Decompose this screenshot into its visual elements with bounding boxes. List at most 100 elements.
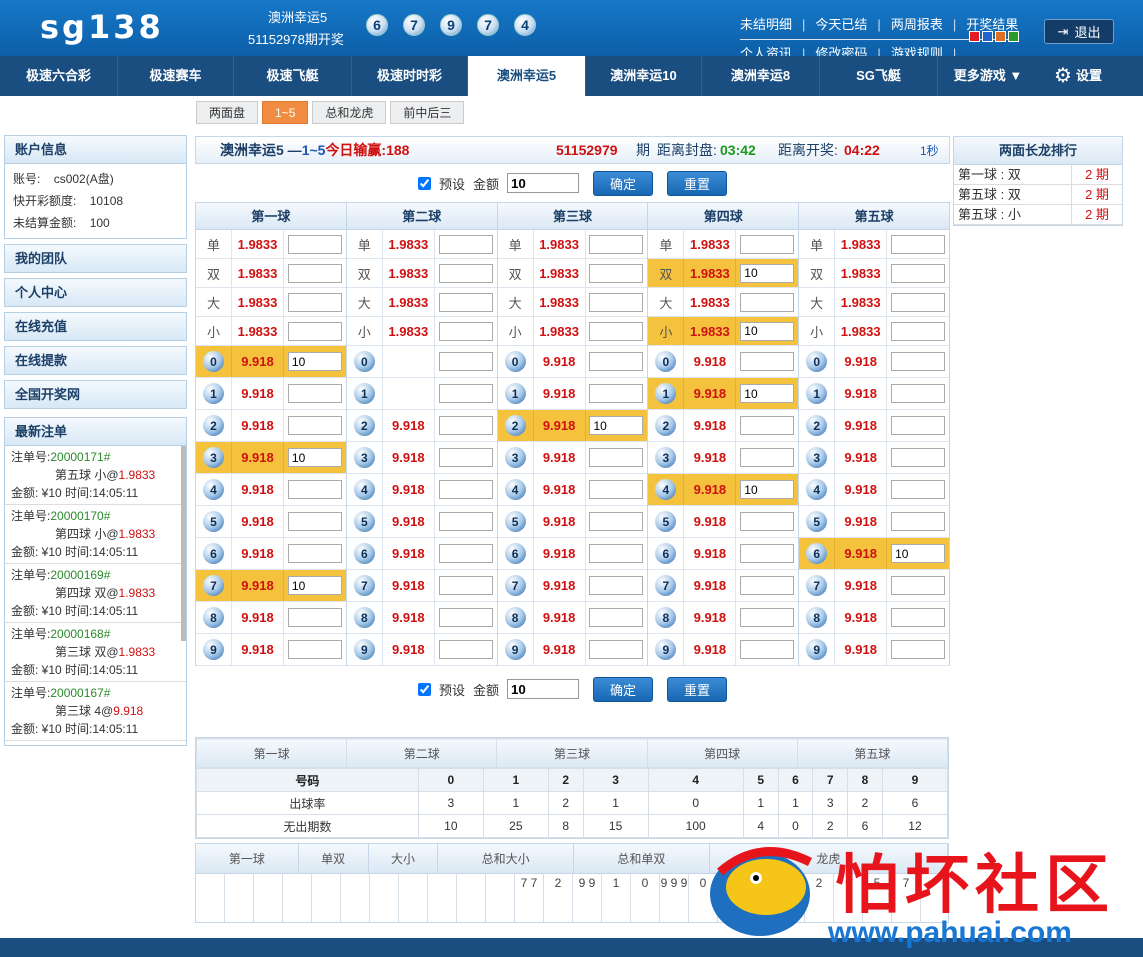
bet-amount-input[interactable] (891, 384, 946, 403)
bet-amount-input[interactable] (589, 448, 644, 467)
bet-amount-input[interactable] (287, 480, 342, 499)
bet-amount-input[interactable] (438, 234, 493, 254)
bet-amount-input[interactable] (287, 544, 342, 563)
bet-amount-input[interactable] (438, 512, 493, 531)
bet-amount-input[interactable] (740, 608, 795, 627)
bet-row-number[interactable]: 9 9.918 (497, 634, 648, 666)
subtab-front-mid-back[interactable]: 前中后三 (390, 101, 465, 124)
bet-row-number[interactable]: 2 9.918 (799, 410, 949, 442)
bet-row-number[interactable]: 4 9.918 (648, 474, 799, 506)
reset-button[interactable]: 重置 (667, 676, 728, 702)
bet-row-number[interactable]: 0 9.918 (196, 346, 346, 378)
bet-amount-input[interactable] (589, 576, 644, 595)
bet-amount-input[interactable] (891, 544, 946, 563)
menu-my-team[interactable]: 我的团队 (4, 244, 187, 273)
bet-row-number[interactable]: 9 9.918 (196, 634, 346, 666)
bet-amount-input[interactable] (438, 416, 493, 435)
bet-row-two-sides[interactable]: 双 1.9833 (497, 259, 648, 288)
nav-aozhou-xingyun5[interactable]: 澳洲幸运5 (468, 56, 586, 96)
bet-amount-input[interactable] (740, 448, 795, 467)
stats-tab[interactable]: 第二球 (346, 738, 498, 768)
link-settled-today[interactable]: 今天已结 (815, 16, 867, 34)
bet-row-number[interactable]: 3 9.918 (648, 442, 799, 474)
bet-row-number[interactable]: 2 9.918 (346, 410, 497, 442)
bet-row-number[interactable]: 7 9.918 (196, 570, 346, 602)
bet-row-two-sides[interactable]: 小 1.9833 (648, 317, 799, 346)
bet-row-number[interactable]: 7 9.918 (799, 570, 949, 602)
bet-row-two-sides[interactable]: 单 1.9833 (196, 230, 346, 259)
bet-row-number[interactable]: 7 9.918 (497, 570, 648, 602)
bet-amount-input[interactable] (589, 234, 644, 254)
bet-row-number[interactable]: 3 9.918 (346, 442, 497, 474)
bet-amount-input[interactable] (287, 512, 342, 531)
bet-amount-input[interactable] (589, 321, 644, 341)
bet-row-two-sides[interactable]: 单 1.9833 (799, 230, 949, 259)
bet-amount-input[interactable] (740, 263, 795, 283)
nav-aozhou-xingyun10[interactable]: 澳洲幸运10 (586, 56, 702, 96)
nav-jisu-feiting[interactable]: 极速飞艇 (234, 56, 352, 96)
subtab-1-5[interactable]: 1~5 (262, 101, 309, 124)
bet-row-number[interactable]: 9 9.918 (799, 634, 949, 666)
bet-amount-input[interactable] (740, 292, 795, 312)
bet-row-number[interactable]: 6 9.918 (497, 538, 648, 570)
bet-amount-input[interactable] (287, 263, 342, 283)
bet-row-number[interactable]: 9 9.918 (346, 634, 497, 666)
bet-row-number[interactable]: 3 9.918 (497, 442, 648, 474)
bet-row-number[interactable]: 4 9.918 (799, 474, 949, 506)
stats-tab[interactable]: 第三球 (496, 738, 648, 768)
bet-row-two-sides[interactable]: 大 1.9833 (497, 288, 648, 317)
bet-amount-input[interactable] (589, 292, 644, 312)
subtab-two-sides[interactable]: 两面盘 (196, 101, 259, 124)
bet-row-two-sides[interactable]: 单 1.9833 (648, 230, 799, 259)
bar-refresh[interactable]: 1秒 (920, 142, 939, 159)
theme-red[interactable] (969, 31, 980, 42)
nav-settings[interactable]: ⚙ 设置 (1038, 56, 1118, 96)
bet-row-number[interactable]: 7 9.918 (346, 570, 497, 602)
link-two-week-report[interactable]: 两周报表 (891, 16, 943, 34)
bet-amount-input[interactable] (740, 384, 795, 403)
bet-amount-input[interactable] (287, 640, 342, 659)
bet-amount-input[interactable] (438, 352, 493, 371)
logout-button[interactable]: ⇥ 退出 (1044, 19, 1114, 44)
bet-amount-input[interactable] (287, 608, 342, 627)
bet-amount-input[interactable] (891, 448, 946, 467)
bet-row-two-sides[interactable]: 大 1.9833 (196, 288, 346, 317)
bet-amount-input[interactable] (438, 608, 493, 627)
bet-row-number[interactable]: 6 9.918 (648, 538, 799, 570)
confirm-button[interactable]: 确定 (593, 170, 654, 196)
nav-jisu-liuhecai[interactable]: 极速六合彩 (0, 56, 118, 96)
amount-input[interactable] (507, 173, 579, 193)
bet-row-number[interactable]: 8 9.918 (648, 602, 799, 634)
nav-sg-feiting[interactable]: SG飞艇 (820, 56, 938, 96)
bet-amount-input[interactable] (287, 416, 342, 435)
bet-row-number[interactable]: 8 9.918 (497, 602, 648, 634)
bet-amount-input[interactable] (740, 321, 795, 341)
bet-amount-input[interactable] (438, 321, 493, 341)
stats-tab[interactable]: 第四球 (646, 738, 798, 768)
bet-amount-input[interactable] (891, 480, 946, 499)
trend-tab[interactable]: 总和单双 (574, 844, 710, 873)
bet-amount-input[interactable] (891, 292, 946, 312)
bet-row-number[interactable]: 2 9.918 (196, 410, 346, 442)
bet-amount-input[interactable] (287, 352, 342, 371)
menu-national-lottery[interactable]: 全国开奖网 (4, 380, 187, 409)
bet-row-number[interactable]: 3 9.918 (799, 442, 949, 474)
bet-row-two-sides[interactable]: 小 1.9833 (346, 317, 497, 346)
bet-amount-input[interactable] (589, 352, 644, 371)
bet-row-number[interactable]: 6 9.918 (196, 538, 346, 570)
bet-row-two-sides[interactable]: 单 1.9833 (346, 230, 497, 259)
bet-row-number[interactable]: 1 9.918 (497, 378, 648, 410)
bet-amount-input[interactable] (740, 352, 795, 371)
amount-input[interactable] (507, 679, 579, 699)
bet-row-number[interactable]: 3 9.918 (196, 442, 346, 474)
link-unsettled[interactable]: 未结明细 (740, 16, 792, 34)
bet-amount-input[interactable] (891, 352, 946, 371)
theme-blue[interactable] (982, 31, 993, 42)
menu-deposit[interactable]: 在线充值 (4, 312, 187, 341)
bet-row-number[interactable]: 8 9.918 (799, 602, 949, 634)
bet-amount-input[interactable] (287, 321, 342, 341)
bet-row-number[interactable]: 1 9.918 (196, 378, 346, 410)
bet-amount-input[interactable] (287, 292, 342, 312)
bet-amount-input[interactable] (589, 480, 644, 499)
orders-scrollbar[interactable] (181, 446, 186, 641)
